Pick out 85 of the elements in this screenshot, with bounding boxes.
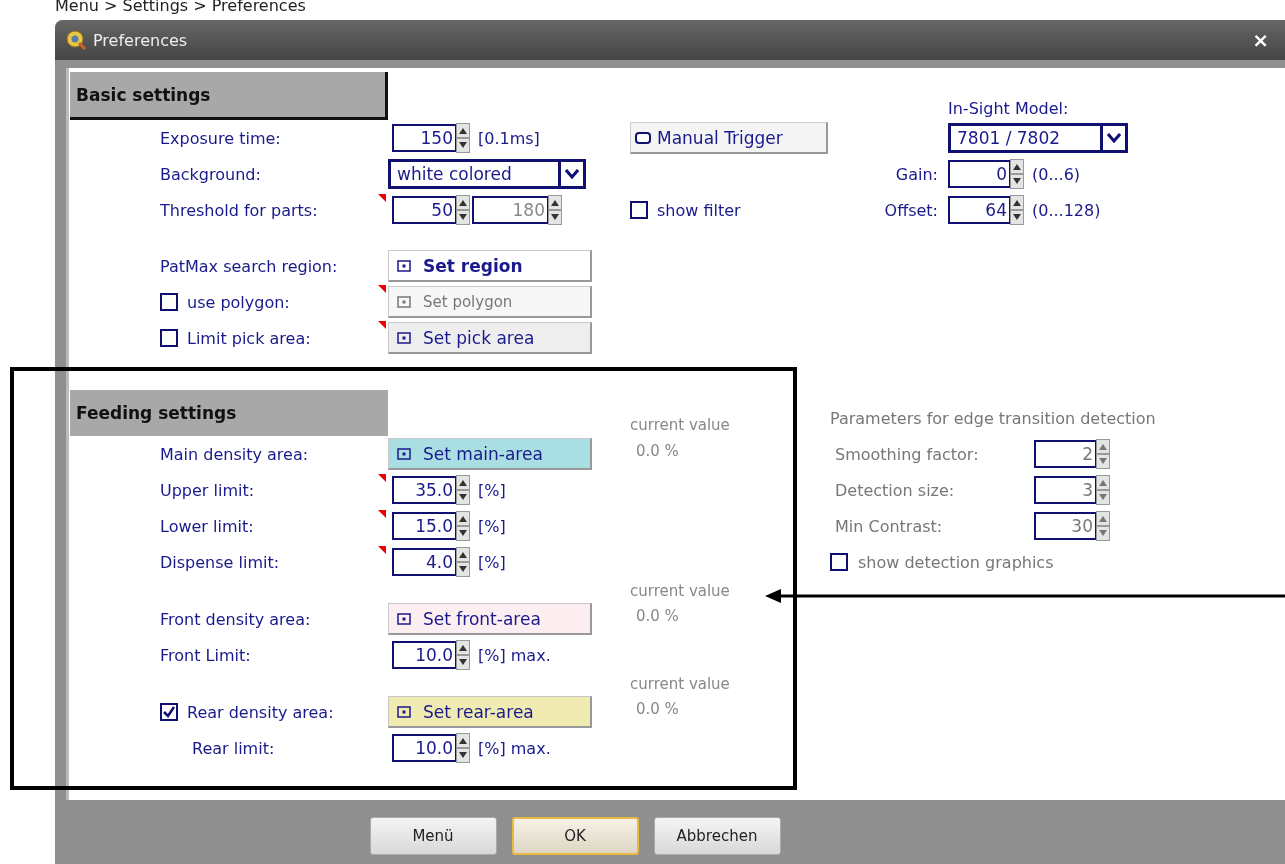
spin-buttons[interactable] [548, 195, 562, 225]
dialog-button[interactable]: OK [511, 817, 639, 855]
spin-buttons[interactable] [1010, 159, 1024, 189]
current-value-label: current value [630, 581, 731, 600]
unit-label: [%] max. [478, 738, 551, 758]
field-label: PatMax search region: [160, 256, 338, 276]
field-label: Gain: [895, 164, 939, 184]
field-label: Main density area: [160, 444, 309, 464]
dropdown[interactable]: 7801 / 7802 [948, 123, 1128, 153]
area-icon [397, 612, 411, 625]
area-icon [397, 705, 411, 718]
area-icon [397, 295, 411, 308]
spin-buttons[interactable] [456, 195, 470, 225]
number-field[interactable]: 15.0 [392, 512, 456, 540]
field-label: Rear density area: [187, 702, 334, 722]
dialog-button[interactable]: Abbrechen [653, 817, 781, 855]
checkbox[interactable] [160, 329, 178, 347]
field-label: Min Contrast: [834, 516, 944, 536]
number-field[interactable]: 4.0 [392, 548, 456, 576]
area-icon [397, 447, 411, 460]
field-label: Front Limit: [160, 645, 251, 665]
field-label: Threshold for parts: [160, 200, 318, 220]
unit-label: [%] [478, 516, 506, 536]
range-label: (0...128) [1032, 200, 1101, 220]
spin-buttons[interactable] [456, 547, 470, 577]
field-label: Lower limit: [160, 516, 254, 536]
field-label: Smoothing factor: [834, 444, 980, 464]
set-area-button[interactable]: Set main-area [388, 438, 592, 470]
checkbox[interactable] [630, 201, 648, 219]
spin-buttons[interactable] [456, 733, 470, 763]
current-value-label: current value [630, 674, 731, 693]
section-header[interactable]: Feeding settings [70, 390, 388, 436]
current-value: 0.0 % [635, 607, 680, 625]
checkbox-label: show detection graphics [858, 552, 1054, 572]
window-title: Preferences [93, 30, 188, 50]
app-icon [65, 29, 87, 51]
manual-trigger-button[interactable]: Manual Trigger [630, 122, 828, 154]
spin-buttons[interactable] [456, 640, 470, 670]
unit-label: [%] [478, 552, 506, 572]
current-value: 0.0 % [635, 442, 680, 460]
close-button[interactable]: × [1248, 28, 1273, 52]
unit-label: [%] [478, 480, 506, 500]
set-area-button[interactable]: Set rear-area [388, 696, 592, 728]
section-header[interactable]: Basic settings [70, 72, 388, 120]
number-field[interactable]: 64 [948, 196, 1010, 224]
area-icon [397, 259, 411, 272]
dropdown[interactable]: white colored [388, 159, 586, 189]
checkbox-label: show filter [657, 200, 741, 220]
number-field[interactable]: 150 [392, 124, 456, 152]
unit-label: [%] max. [478, 645, 551, 665]
number-field[interactable]: 50 [392, 196, 456, 224]
field-label: Detection size: [834, 480, 956, 500]
field-label: Front density area: [160, 609, 311, 629]
set-area-button[interactable]: Set front-area [388, 603, 592, 635]
spin-buttons[interactable] [1010, 195, 1024, 225]
model-label: In-Sight Model: [948, 99, 1070, 118]
number-field[interactable]: 35.0 [392, 476, 456, 504]
spin-buttons[interactable] [456, 123, 470, 153]
set-area-button[interactable]: Set region [388, 250, 592, 282]
field-label: Dispense limit: [160, 552, 280, 572]
spin-buttons[interactable] [456, 475, 470, 505]
field-label: Background: [160, 164, 261, 184]
field-label: Exposure time: [160, 128, 281, 148]
unit-label: [0.1ms] [478, 128, 540, 148]
spin-buttons[interactable] [456, 511, 470, 541]
field-label: Limit pick area: [187, 328, 311, 348]
checkbox[interactable] [160, 703, 178, 721]
range-label: (0...6) [1032, 164, 1081, 184]
current-value-label: current value [630, 416, 731, 434]
trigger-icon [635, 131, 651, 144]
number-field[interactable]: 10.0 [392, 641, 456, 669]
number-field[interactable]: 10.0 [392, 734, 456, 762]
field-label: use polygon: [187, 292, 290, 312]
chevron-down-icon [1107, 133, 1121, 143]
section-title: Parameters for edge transition detection [830, 409, 1157, 428]
field-label: Upper limit: [160, 480, 255, 500]
checkbox[interactable] [160, 293, 178, 311]
area-icon [397, 331, 411, 344]
number-field[interactable]: 0 [948, 160, 1010, 188]
chevron-down-icon [565, 169, 579, 179]
dialog-button[interactable]: Menü [369, 817, 497, 855]
current-value: 0.0 % [635, 700, 680, 718]
set-area-button[interactable]: Set pick area [388, 322, 592, 354]
field-label: Offset: [884, 200, 939, 220]
field-label: Rear limit: [192, 738, 275, 758]
